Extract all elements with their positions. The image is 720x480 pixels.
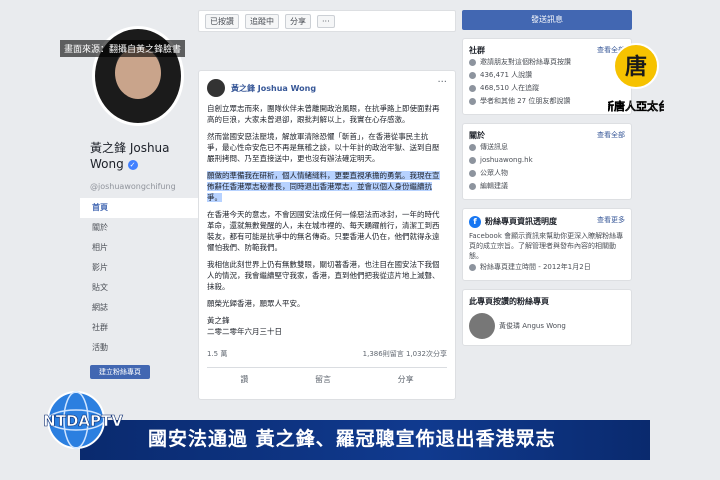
timeline: 已按讚 追蹤中 分享 ··· 黃之鋒 Joshua Wong ··· 自創立眾志… [198, 10, 456, 400]
nav-item-posts[interactable]: 貼文 [80, 278, 198, 298]
liked-pages-title: 此專頁按讚的粉絲專頁 [469, 297, 549, 306]
transparency-card: f 粉絲專頁資訊透明度 查看更多 Facebook 會顯示資訊來幫助你更深入瞭解… [462, 208, 632, 281]
post-paragraph: 然而當國安惡法壓境，解放軍清除恐懼「斬首」，在香港從事民主抗爭，最心性命安危已不… [207, 132, 440, 163]
ntdaptv-logo-text: NTDAPTV [43, 412, 123, 430]
post-paragraph: 在香港今天的意志，不會因國安法成任何一條惡法而冰封，一年的時代革命，還就無數覺醒… [207, 210, 440, 252]
messenger-icon [469, 144, 476, 151]
tag-icon [469, 170, 476, 177]
profile-name[interactable]: 黃之鋒 Joshua Wong ✓ [90, 140, 200, 172]
about-website[interactable]: joshuawong.hk [469, 154, 625, 167]
post-text: 自創立眾志而來，團隊伙伴未曾離開政治風眼，在抗爭路上即使面對再高的巨浪，大家未曾… [207, 103, 443, 337]
screenshot: 黃之鋒 Joshua Wong ✓ @joshuawongchifung 首頁 … [0, 0, 720, 480]
nav-item-home[interactable]: 首頁 [80, 198, 198, 218]
more-button[interactable]: ··· [317, 14, 335, 28]
transparency-title: 粉絲專頁資訊透明度 [485, 217, 557, 226]
profile-handle[interactable]: @joshuawongchifung [90, 182, 176, 191]
nav-item-videos[interactable]: 影片 [80, 258, 198, 278]
ntd-logo-char: 唐 [625, 54, 647, 80]
comment-count[interactable]: 1,386則留言 [363, 350, 404, 358]
facebook-icon: f [469, 215, 481, 228]
page-created-date: 粉絲專頁建立時間 - 2012年1月2日 [469, 261, 625, 274]
post-actions: 讚 留言 分享 [207, 367, 447, 385]
follow-icon [469, 85, 476, 92]
about-card: 關於 查看全部 傳送訊息 joshuawong.hk 公眾人物 編輯建議 [462, 123, 632, 200]
ntdaptv-logo: NTDAPTV [43, 391, 124, 449]
liked-page-avatar [469, 313, 495, 339]
post-signature: 黃之鋒 [207, 316, 230, 325]
post-stats: 1.5 萬 1,386則留言 1,032次分享 [207, 349, 447, 359]
ntd-logo-text: 新唐人亞太台 [608, 99, 664, 113]
liked-pages-card: 此專頁按讚的粉絲專頁 黃俊璘 Angus Wong [462, 289, 632, 346]
followers-count: 468,510 人在追蹤 [469, 82, 625, 95]
flag-icon [469, 264, 476, 271]
post-header: 黃之鋒 Joshua Wong [207, 79, 316, 97]
share-button[interactable]: 分享 [285, 13, 311, 29]
about-suggest-edits[interactable]: 編輯建議 [469, 180, 625, 193]
likes-count: 436,471 人說讚 [469, 69, 625, 82]
nav-item-notes[interactable]: 網誌 [80, 298, 198, 318]
liked-page-item[interactable]: 黃俊璘 Angus Wong [469, 313, 625, 339]
nav-item-photos[interactable]: 相片 [80, 238, 198, 258]
invite-icon [469, 59, 476, 66]
post-paragraph: 我相信此刻世界上仍有無數雙眼，關切著香港，也注目在國安法下我個人的情況，我會繼續… [207, 260, 440, 291]
post-card: 黃之鋒 Joshua Wong ··· 自創立眾志而來，團隊伙伴未曾離開政治風眼… [198, 70, 456, 400]
share-count[interactable]: 1,032次分享 [406, 350, 447, 358]
post-paragraph: 願榮光歸香港，願眾人平安。 [207, 299, 305, 308]
share-action-button[interactable]: 分享 [398, 374, 414, 385]
post-author-name[interactable]: 黃之鋒 Joshua Wong [231, 83, 316, 94]
post-author-avatar[interactable] [207, 79, 225, 97]
page-action-bar: 已按讚 追蹤中 分享 ··· [198, 10, 456, 32]
pencil-icon [469, 183, 476, 190]
source-label: 畫面來源：翻攝自黃之鋒臉書 [60, 40, 186, 57]
profile-sidebar: 黃之鋒 Joshua Wong ✓ @joshuawongchifung 首頁 … [80, 10, 198, 410]
about-see-all[interactable]: 查看全部 [597, 130, 625, 140]
news-caption: 國安法通過 黃之鋒、羅冠聰宣佈退出香港眾志 [148, 428, 556, 450]
post-paragraph: 自創立眾志而來，團隊伙伴未曾離開政治風眼，在抗爭路上即使面對再高的巨浪，大家未曾… [207, 104, 440, 124]
friends-liked[interactable]: 學者和其他 27 位朋友都說讚 [469, 95, 625, 108]
post-options-icon[interactable]: ··· [437, 77, 447, 88]
profile-nav: 首頁 關於 相片 影片 貼文 網誌 社群 活動 [80, 198, 198, 358]
nav-item-events[interactable]: 活動 [80, 338, 198, 358]
post-date: 二零二零年六月三十日 [207, 327, 282, 336]
post-highlighted-text: 願做的準備我在研析，個人情緒縫料，更要直視承擔的勇氣。我現在宣佈辭任香港眾志秘書… [207, 171, 440, 202]
about-send-message[interactable]: 傳送訊息 [469, 141, 625, 154]
community-card: 社群 查看全部 邀請朋友對這個粉絲專頁按讚 436,471 人說讚 468,51… [462, 38, 632, 115]
comment-action-button[interactable]: 留言 [315, 374, 331, 385]
send-message-button[interactable]: 發送訊息 [462, 10, 632, 30]
like-icon [469, 72, 476, 79]
verified-icon: ✓ [127, 159, 138, 170]
reaction-count[interactable]: 1.5 萬 [207, 349, 227, 359]
nav-item-about[interactable]: 關於 [80, 218, 198, 238]
friends-icon [469, 98, 476, 105]
globe-icon [469, 157, 476, 164]
right-sidebar: 發送訊息 社群 查看全部 邀請朋友對這個粉絲專頁按讚 436,471 人說讚 4… [462, 10, 632, 346]
ntd-station-logo: 唐 新唐人亞太台 [608, 43, 664, 113]
like-action-button[interactable]: 讚 [240, 374, 248, 385]
transparency-see-more[interactable]: 查看更多 [597, 215, 625, 225]
following-button[interactable]: 追蹤中 [245, 13, 279, 29]
liked-button[interactable]: 已按讚 [205, 13, 239, 29]
invite-friends-link[interactable]: 邀請朋友對這個粉絲專頁按讚 [469, 56, 625, 69]
create-page-button[interactable]: 建立粉絲專頁 [90, 365, 150, 379]
transparency-body: Facebook 會顯示資訊來幫助你更深入瞭解粉絲專頁的成立宗旨。了解管理者與發… [469, 232, 624, 260]
nav-item-community[interactable]: 社群 [80, 318, 198, 338]
liked-page-name: 黃俊璘 Angus Wong [499, 321, 566, 330]
about-category[interactable]: 公眾人物 [469, 167, 625, 180]
